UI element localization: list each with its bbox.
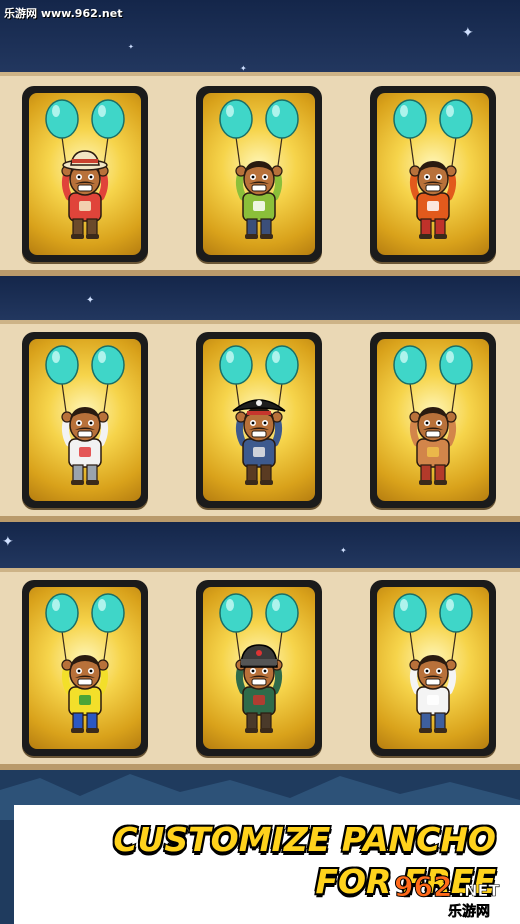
costume-card-background xyxy=(29,587,141,749)
pancho-character-doctor xyxy=(45,345,125,485)
balloon-left xyxy=(393,593,427,633)
pancho-character-peace xyxy=(219,99,299,239)
pancho-character-winter xyxy=(219,593,299,733)
pancho-character-football xyxy=(45,593,125,733)
costume-card-tourist[interactable] xyxy=(22,86,148,262)
balloon-right xyxy=(91,99,125,139)
costume-card-peace[interactable] xyxy=(196,86,322,262)
balloon-right xyxy=(265,593,299,633)
balloon-left xyxy=(219,99,253,139)
logo-main-text: 962 xyxy=(394,870,452,903)
pancho-character-tanktop xyxy=(393,593,473,733)
costume-card-background xyxy=(29,339,141,501)
balloon-right xyxy=(91,345,125,385)
pancho-character-tourist xyxy=(45,99,125,239)
site-logo: 962 .NET 乐游网 xyxy=(394,870,500,921)
balloon-left xyxy=(219,593,253,633)
balloon-right xyxy=(91,593,125,633)
balloon-left xyxy=(45,593,79,633)
costume-card-background xyxy=(377,93,489,255)
balloon-left xyxy=(393,99,427,139)
balloon-right xyxy=(439,593,473,633)
logo-sub-text: 乐游网 xyxy=(448,903,490,920)
sky-strip-middle-2 xyxy=(0,522,520,568)
banner-torn-edge xyxy=(14,805,28,924)
balloon-right xyxy=(439,99,473,139)
balloon-right xyxy=(265,99,299,139)
balloon-left xyxy=(45,99,79,139)
balloon-right xyxy=(439,345,473,385)
costume-card-doctor[interactable] xyxy=(22,332,148,508)
costume-card-background xyxy=(203,587,315,749)
balloon-left xyxy=(393,345,427,385)
costume-card-background xyxy=(29,93,141,255)
costume-card-pirate[interactable] xyxy=(196,332,322,508)
balloon-left xyxy=(219,345,253,385)
pancho-character-basketball xyxy=(393,99,473,239)
pancho-character-native xyxy=(393,345,473,485)
costume-card-background xyxy=(203,93,315,255)
star-icon: ✦ xyxy=(86,295,95,306)
costume-card-tanktop[interactable] xyxy=(370,580,496,756)
star-icon: ✦ xyxy=(2,534,14,550)
star-icon: ✦ xyxy=(340,546,347,555)
caption-line-1: CUSTOMIZE PANCHO xyxy=(113,820,496,859)
costume-card-winter[interactable] xyxy=(196,580,322,756)
logo-suffix-text: .NET xyxy=(458,881,499,900)
star-icon: ✦ xyxy=(128,43,134,51)
costume-card-native[interactable] xyxy=(370,332,496,508)
costume-card-background xyxy=(377,339,489,501)
costume-card-basketball[interactable] xyxy=(370,86,496,262)
sky-strip-middle-1 xyxy=(0,276,520,320)
costume-card-background xyxy=(203,339,315,501)
balloon-right xyxy=(265,345,299,385)
watermark-text: 乐游网 www.962.net xyxy=(4,7,123,20)
star-icon: ✦ xyxy=(462,25,474,41)
costume-card-background xyxy=(377,587,489,749)
pancho-character-pirate xyxy=(219,345,299,485)
costume-card-football[interactable] xyxy=(22,580,148,756)
balloon-left xyxy=(45,345,79,385)
